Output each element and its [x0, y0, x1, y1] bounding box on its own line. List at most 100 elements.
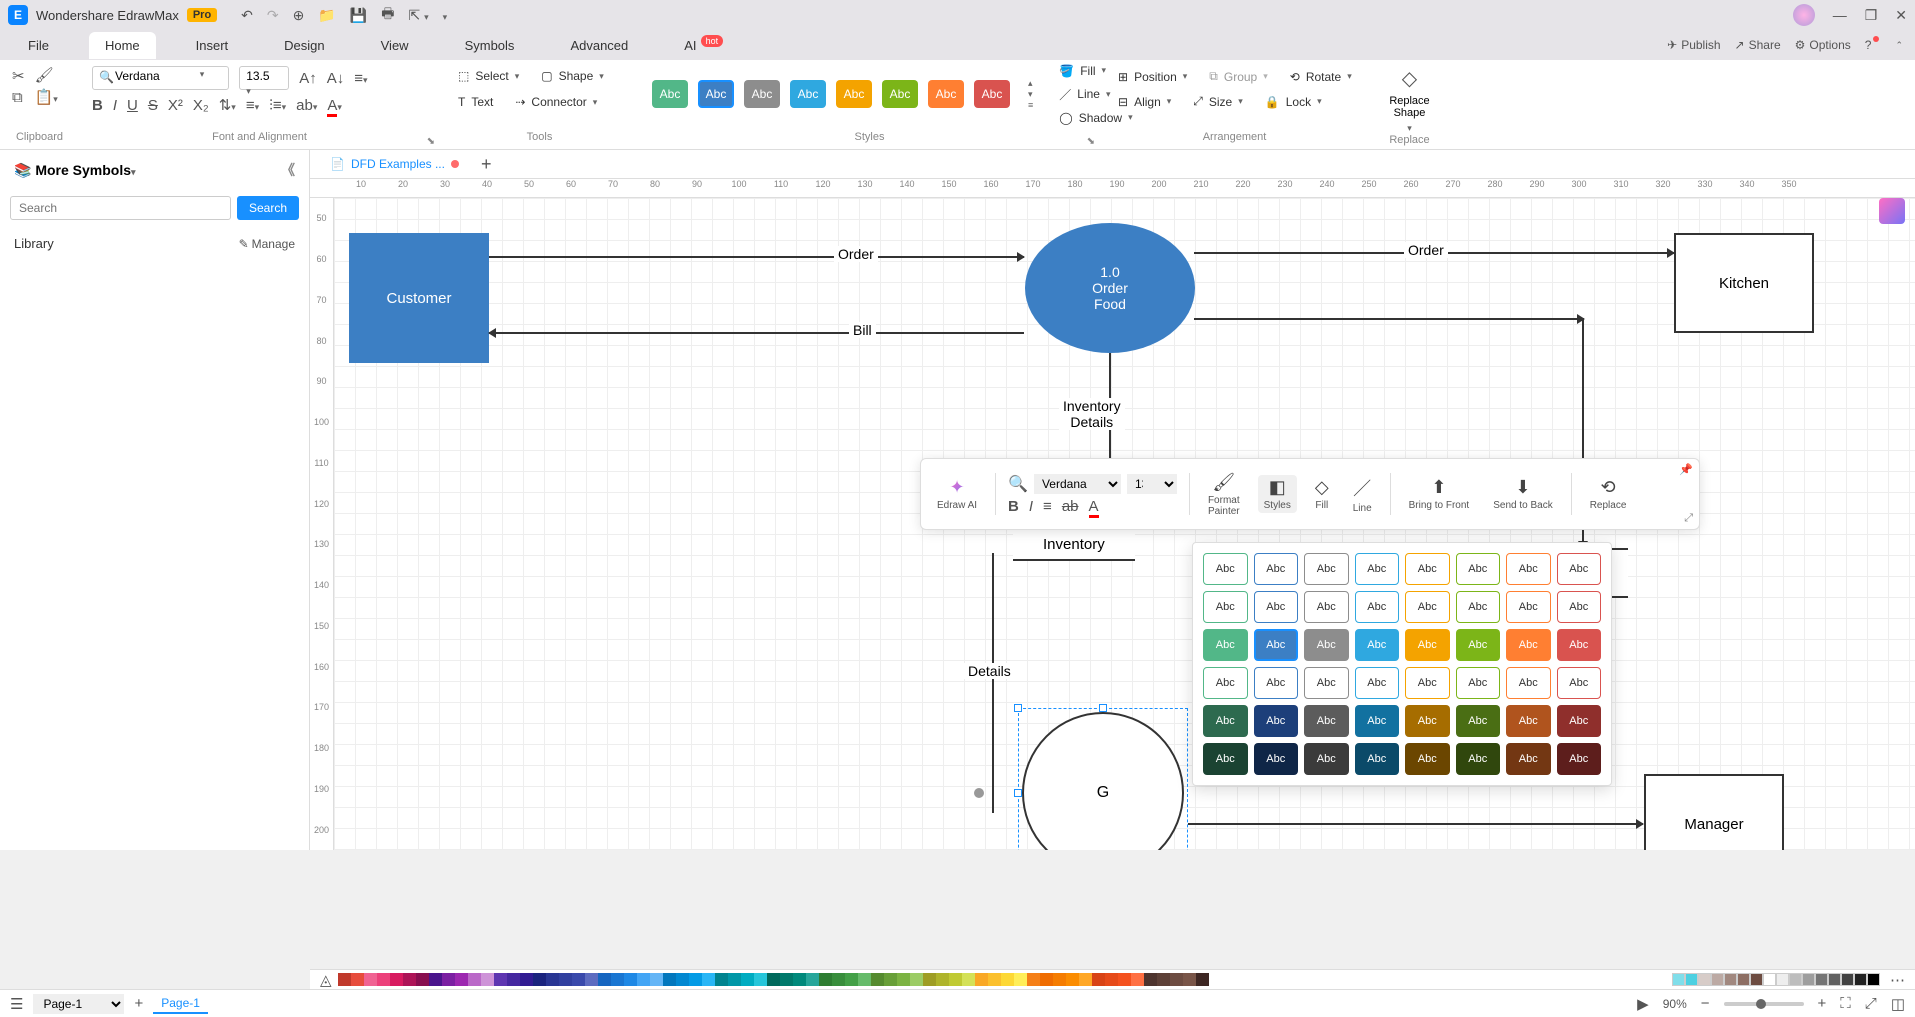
collapse-ribbon-button[interactable]: ⌃	[1895, 40, 1903, 51]
style-popup-cell[interactable]: Abc	[1355, 591, 1400, 623]
palette-swatch[interactable]	[1828, 973, 1841, 986]
style-popup-cell[interactable]: Abc	[1254, 629, 1299, 661]
palette-swatch[interactable]	[1802, 973, 1815, 986]
fit-page-icon[interactable]: ⛶	[1840, 995, 1851, 1012]
palette-swatch[interactable]	[1040, 973, 1053, 986]
ctx-size-select[interactable]: 13.5	[1127, 474, 1177, 494]
style-popup-cell[interactable]: Abc	[1355, 743, 1400, 775]
lock-dropdown[interactable]: 🔒 Lock▾	[1259, 92, 1328, 112]
palette-swatch[interactable]	[637, 973, 650, 986]
style-popup-cell[interactable]: Abc	[1456, 591, 1501, 623]
cut-icon[interactable]: ✂	[12, 67, 25, 85]
styles-expand[interactable]: ≡	[1028, 100, 1033, 110]
menu-ai[interactable]: AIhot	[668, 32, 739, 59]
palette-swatch[interactable]	[494, 973, 507, 986]
palette-swatch[interactable]	[1789, 973, 1802, 986]
style-popup-cell[interactable]: Abc	[1506, 553, 1551, 585]
format-painter-icon[interactable]: 🖌	[35, 66, 58, 84]
style-popup-cell[interactable]: Abc	[1254, 743, 1299, 775]
paste-icon[interactable]: 📋▾	[35, 88, 58, 106]
style-swatch[interactable]: Abc	[928, 80, 964, 108]
shape-generate-selected[interactable]: G	[1018, 708, 1188, 850]
rotate-dropdown[interactable]: ⟲ Rotate▾	[1284, 67, 1358, 87]
copy-icon[interactable]: ⧉	[12, 89, 25, 106]
font-size-select[interactable]: 13.5 ▾	[239, 66, 289, 90]
export-icon[interactable]: ⇱ ▾	[408, 7, 428, 24]
style-popup-cell[interactable]: Abc	[1203, 705, 1248, 737]
bold-icon[interactable]: B	[92, 97, 103, 114]
page-select[interactable]: Page-1	[33, 994, 124, 1014]
fullscreen-icon[interactable]: ⤢	[1865, 995, 1877, 1012]
library-manage-button[interactable]: ✎ Manage	[239, 236, 295, 251]
style-popup-cell[interactable]: Abc	[1304, 553, 1349, 585]
style-popup-cell[interactable]: Abc	[1254, 705, 1299, 737]
shape-kitchen[interactable]: Kitchen	[1674, 233, 1814, 333]
palette-swatch[interactable]	[1196, 973, 1209, 986]
align-text-icon[interactable]: ≡▾	[354, 70, 367, 87]
select-tool[interactable]: ⬚ Select ▾	[452, 66, 525, 86]
palette-swatch[interactable]	[520, 973, 533, 986]
style-popup-cell[interactable]: Abc	[1405, 743, 1450, 775]
ctx-font-select[interactable]: Verdana	[1034, 474, 1121, 494]
styles-scroll-down[interactable]: ▾	[1028, 89, 1033, 100]
menu-symbols[interactable]: Symbols	[449, 32, 531, 59]
palette-swatch[interactable]	[624, 973, 637, 986]
italic-icon[interactable]: I	[113, 97, 117, 114]
style-popup-cell[interactable]: Abc	[1254, 667, 1299, 699]
palette-swatch[interactable]	[1118, 973, 1131, 986]
style-popup-cell[interactable]: Abc	[1506, 705, 1551, 737]
palette-swatch[interactable]	[1698, 973, 1711, 986]
style-swatch[interactable]: Abc	[652, 80, 688, 108]
group-dropdown[interactable]: ⧉ Group▾	[1203, 66, 1273, 87]
palette-swatch[interactable]	[416, 973, 429, 986]
palette-swatch[interactable]	[754, 973, 767, 986]
style-popup-cell[interactable]: Abc	[1557, 743, 1602, 775]
arrow-bill[interactable]	[489, 332, 1024, 334]
publish-button[interactable]: ✈ Publish	[1667, 38, 1720, 52]
palette-swatch[interactable]	[546, 973, 559, 986]
palette-swatch[interactable]	[858, 973, 871, 986]
palette-swatch[interactable]	[1685, 973, 1698, 986]
palette-swatch[interactable]	[390, 973, 403, 986]
palette-swatch[interactable]	[767, 973, 780, 986]
palette-swatch[interactable]	[780, 973, 793, 986]
palette-swatch[interactable]	[1841, 973, 1854, 986]
presentation-icon[interactable]: ▶	[1637, 995, 1649, 1013]
palette-swatch[interactable]	[338, 973, 351, 986]
shape-manager[interactable]: Manager	[1644, 774, 1784, 850]
strike-icon[interactable]: S	[148, 97, 158, 114]
style-popup-cell[interactable]: Abc	[1304, 705, 1349, 737]
style-popup-cell[interactable]: Abc	[1254, 591, 1299, 623]
style-popup-cell[interactable]: Abc	[1557, 629, 1602, 661]
ctx-line[interactable]: ／Line	[1347, 473, 1378, 516]
text-case-icon[interactable]: ab▾	[296, 97, 317, 114]
ctx-align[interactable]: ≡	[1043, 498, 1052, 515]
position-dropdown[interactable]: ⊞ Position▾	[1112, 67, 1193, 87]
palette-swatch[interactable]	[1027, 973, 1040, 986]
style-popup-cell[interactable]: Abc	[1203, 591, 1248, 623]
styles-group-launcher[interactable]: ⬊	[1087, 136, 1095, 147]
panels-icon[interactable]: ◫	[1891, 995, 1905, 1013]
palette-swatch[interactable]	[806, 973, 819, 986]
menu-advanced[interactable]: Advanced	[554, 32, 644, 59]
palette-swatch[interactable]	[936, 973, 949, 986]
replace-shape-label[interactable]: Replace Shape	[1389, 95, 1429, 119]
superscript-icon[interactable]: X²	[168, 97, 183, 114]
palette-swatch[interactable]	[1711, 973, 1724, 986]
palette-swatch[interactable]	[533, 973, 546, 986]
style-popup-cell[interactable]: Abc	[1304, 629, 1349, 661]
style-popup-cell[interactable]: Abc	[1405, 629, 1450, 661]
style-swatch[interactable]: Abc	[974, 80, 1010, 108]
collapse-panel-button[interactable]: 《	[281, 160, 295, 180]
menu-design[interactable]: Design	[268, 32, 340, 59]
share-button[interactable]: ↗ Share	[1735, 38, 1781, 52]
palette-swatch[interactable]	[1854, 973, 1867, 986]
palette-swatch[interactable]	[1131, 973, 1144, 986]
palette-swatch[interactable]	[442, 973, 455, 986]
ctx-strike[interactable]: ab	[1062, 498, 1079, 515]
style-popup-cell[interactable]: Abc	[1506, 591, 1551, 623]
palette-swatch[interactable]	[845, 973, 858, 986]
palette-swatch[interactable]	[871, 973, 884, 986]
palette-swatch[interactable]	[1724, 973, 1737, 986]
palette-swatch[interactable]	[650, 973, 663, 986]
